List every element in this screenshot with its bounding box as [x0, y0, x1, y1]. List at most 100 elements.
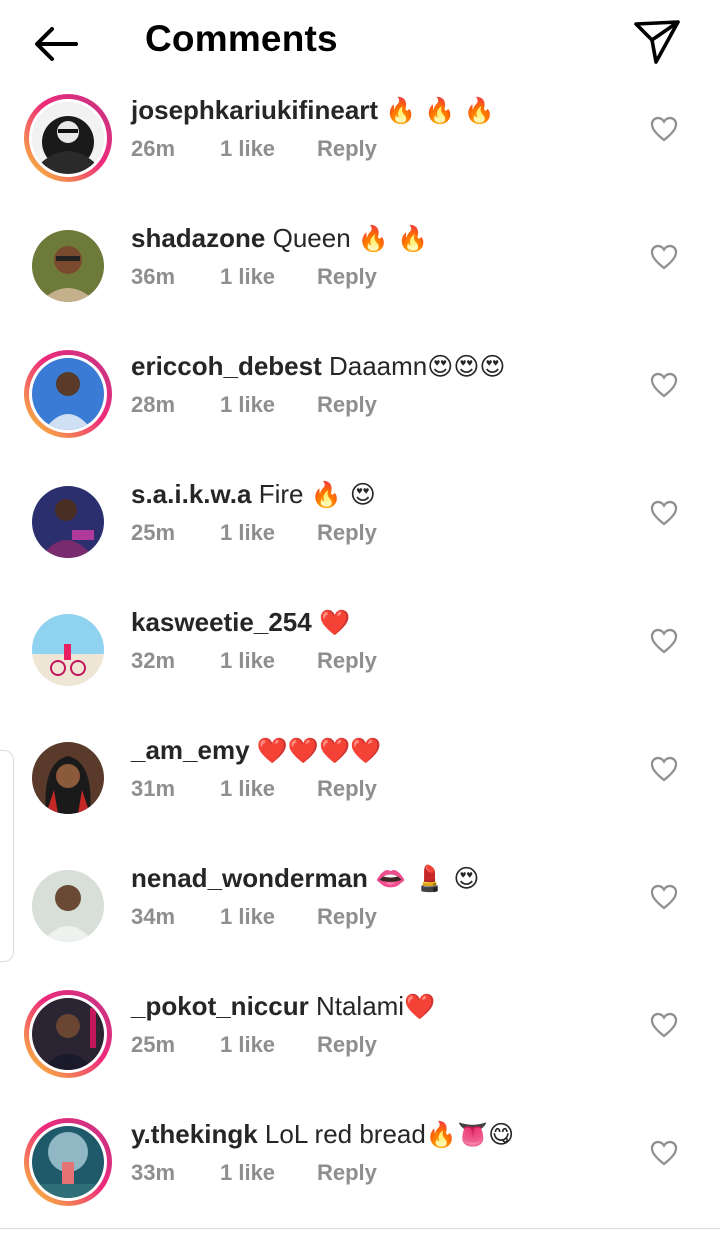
- comment-emoji: ❤️: [404, 992, 436, 1021]
- comment-likes[interactable]: 1 like: [220, 520, 317, 546]
- comment-likes[interactable]: 1 like: [220, 136, 317, 162]
- comment-emoji: ❤️: [318, 608, 351, 637]
- comment-emoji: ❤️❤️❤️❤️: [256, 736, 382, 765]
- reply-button[interactable]: Reply: [317, 1032, 377, 1058]
- comment-text: Daaamn: [328, 351, 428, 381]
- avatar-story-ring[interactable]: [24, 1118, 112, 1206]
- avatar-container[interactable]: [24, 222, 112, 310]
- comment-time: 31m: [131, 776, 176, 801]
- like-button[interactable]: [650, 1140, 678, 1166]
- comment-row: kasweetie_254 ❤️ 32m 1 like Reply: [0, 598, 720, 726]
- avatar: [29, 355, 107, 433]
- heart-outline-icon: [650, 500, 678, 526]
- back-button[interactable]: [28, 20, 84, 68]
- avatar-story-ring[interactable]: [24, 990, 112, 1078]
- comment-username[interactable]: _am_emy: [131, 735, 250, 765]
- comment-text: Fire: [258, 479, 304, 509]
- like-button[interactable]: [650, 756, 678, 782]
- comment-time: 34m: [131, 904, 176, 929]
- comment-time: 26m: [131, 136, 176, 161]
- like-button[interactable]: [650, 244, 678, 270]
- avatar: [32, 230, 104, 302]
- comment-username[interactable]: josephkariukifineart: [131, 95, 378, 125]
- avatar-container[interactable]: [24, 606, 112, 694]
- reply-button[interactable]: Reply: [317, 264, 377, 290]
- comment-row: nenad_wonderman 👄 💄 😍 34m 1 like Reply: [0, 854, 720, 982]
- comment-text: LoL red bread: [264, 1119, 426, 1149]
- comment-time: 25m: [131, 1032, 176, 1057]
- comment-username[interactable]: shadazone: [131, 223, 265, 253]
- avatar-container[interactable]: [24, 734, 112, 822]
- reply-button[interactable]: Reply: [317, 136, 377, 162]
- comment-row: y.thekingk LoL red bread🔥👅😋 33m 1 like Rep…: [0, 1110, 720, 1238]
- comment-time: 28m: [131, 392, 176, 417]
- paper-plane-icon: [634, 20, 680, 64]
- avatar-container[interactable]: [24, 478, 112, 566]
- heart-outline-icon: [650, 884, 678, 910]
- reply-button[interactable]: Reply: [317, 520, 377, 546]
- comment-emoji: 👄 💄 😍: [375, 864, 480, 893]
- like-button[interactable]: [650, 884, 678, 910]
- comment-emoji: 😍😍😍: [427, 352, 506, 381]
- heart-outline-icon: [650, 756, 678, 782]
- like-button[interactable]: [650, 628, 678, 654]
- bottom-divider: [0, 1228, 720, 1229]
- avatar: [32, 742, 104, 814]
- comment-likes[interactable]: 1 like: [220, 1160, 317, 1186]
- comment-time: 32m: [131, 648, 176, 673]
- heart-outline-icon: [650, 244, 678, 270]
- comment-username[interactable]: nenad_wonderman: [131, 863, 368, 893]
- like-button[interactable]: [650, 1012, 678, 1038]
- comment-text: Ntalami: [315, 991, 405, 1021]
- avatar: [32, 870, 104, 942]
- like-button[interactable]: [650, 372, 678, 398]
- avatar: [29, 99, 107, 177]
- comment-row: josephkariukifineart 🔥 🔥 🔥 26m 1 like Repl…: [0, 86, 720, 214]
- heart-outline-icon: [650, 628, 678, 654]
- comment-likes[interactable]: 1 like: [220, 264, 317, 290]
- avatar: [29, 995, 107, 1073]
- heart-outline-icon: [650, 116, 678, 142]
- avatar-story-ring[interactable]: [24, 94, 112, 182]
- reply-button[interactable]: Reply: [317, 904, 377, 930]
- comment-username[interactable]: _pokot_niccur: [131, 991, 309, 1021]
- comment-row: shadazone Queen 🔥 🔥 36m 1 like Reply: [0, 214, 720, 342]
- comment-likes[interactable]: 1 like: [220, 904, 317, 930]
- like-button[interactable]: [650, 116, 678, 142]
- avatar: [32, 614, 104, 686]
- reply-button[interactable]: Reply: [317, 648, 377, 674]
- reply-button[interactable]: Reply: [317, 1160, 377, 1186]
- heart-outline-icon: [650, 1012, 678, 1038]
- heart-outline-icon: [650, 372, 678, 398]
- reply-button[interactable]: Reply: [317, 392, 377, 418]
- comment-likes[interactable]: 1 like: [220, 648, 317, 674]
- comment-emoji: 🔥 🔥: [357, 224, 429, 253]
- comment-row: _am_emy ❤️❤️❤️❤️ 31m 1 like Reply: [0, 726, 720, 854]
- avatar-container[interactable]: [24, 862, 112, 950]
- comment-likes[interactable]: 1 like: [220, 1032, 317, 1058]
- edge-panel-handle[interactable]: [0, 750, 14, 962]
- share-button[interactable]: [630, 16, 684, 68]
- reply-button[interactable]: Reply: [317, 776, 377, 802]
- comment-username[interactable]: ericcoh_debest: [131, 351, 322, 381]
- comment-row: _pokot_niccur Ntalami❤️ 25m 1 like Reply: [0, 982, 720, 1110]
- like-button[interactable]: [650, 500, 678, 526]
- comment-emoji: 🔥 🔥 🔥: [385, 96, 495, 125]
- avatar-story-ring[interactable]: [24, 350, 112, 438]
- comment-likes[interactable]: 1 like: [220, 392, 317, 418]
- comment-username[interactable]: kasweetie_254: [131, 607, 312, 637]
- comment-emoji: 🔥 😍: [310, 480, 376, 509]
- comment-emoji: 🔥👅😋: [425, 1120, 515, 1149]
- comment-username[interactable]: s.a.i.k.w.a: [131, 479, 251, 509]
- avatar: [29, 1123, 107, 1201]
- arrow-left-icon: [35, 27, 78, 61]
- comment-time: 25m: [131, 520, 176, 545]
- avatar: [32, 486, 104, 558]
- top-bar: Comments: [0, 0, 720, 86]
- page-title: Comments: [145, 18, 338, 59]
- comment-likes[interactable]: 1 like: [220, 776, 317, 802]
- comment-username[interactable]: y.thekingk: [131, 1119, 258, 1149]
- comment-text: Queen: [272, 223, 351, 253]
- comment-row: s.a.i.k.w.a Fire 🔥 😍 25m 1 like Reply: [0, 470, 720, 598]
- comment-time: 33m: [131, 1160, 176, 1185]
